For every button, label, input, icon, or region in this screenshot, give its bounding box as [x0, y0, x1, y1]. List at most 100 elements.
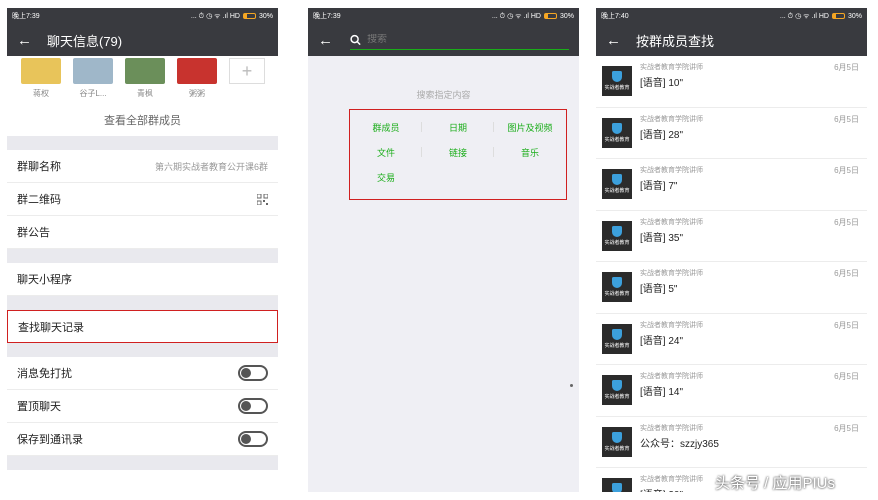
shield-logo-icon: [612, 328, 622, 340]
logo-text: 实战者教育: [604, 136, 630, 143]
group-qr-row[interactable]: 群二维码: [7, 183, 278, 216]
battery-level: 30%: [258, 12, 273, 20]
message-item[interactable]: 实战者教育 实战者教育学院讲师 [语音] 5" 6月5日: [596, 262, 867, 314]
message-content: [语音] 24": [640, 335, 684, 347]
section-divider: [7, 343, 278, 357]
sender-avatar: 实战者教育: [602, 375, 632, 405]
message-sender: 实战者教育学院讲师: [640, 373, 703, 380]
battery-icon: [543, 13, 557, 19]
message-content: [语音] 10": [640, 78, 684, 89]
shield-logo-icon: [612, 174, 622, 185]
sender-avatar: 实战者教育: [602, 220, 632, 251]
shield-logo-icon: [612, 71, 622, 82]
message-date: 6月5日: [834, 320, 859, 330]
shield-logo-icon: [612, 431, 622, 443]
find-chat-history-row[interactable]: 查找聊天记录: [7, 310, 278, 343]
status-indicator-icons: ... ⏱ ◷ ᯤ .ıl HD: [491, 12, 541, 20]
battery-level: 30%: [847, 12, 862, 20]
category-members[interactable]: 群成员: [350, 121, 422, 134]
message-item[interactable]: 实战者教育 实战者教育学院讲师 [语音] 24" 6月5日: [596, 314, 867, 365]
status-time: 晚上7:39: [313, 13, 341, 20]
category-box: 群成员 日期 图片及视频 文件 链接 音乐 交易: [349, 109, 567, 200]
message-body: 实战者教育学院讲师 [语音] 10": [640, 62, 859, 89]
group-name-label: 群聊名称: [17, 161, 61, 173]
pin-label: 置顶聊天: [17, 401, 61, 413]
message-body: 实战者教育学院讲师 [语音] 35": [640, 217, 859, 244]
message-sender: 实战者教育学院讲师: [640, 115, 703, 123]
title-bar: ← 按群成员查找: [596, 24, 867, 56]
search-input[interactable]: [367, 34, 569, 45]
message-item[interactable]: 实战者教育 实战者教育学院讲师 [语音] 35" 6月5日: [596, 211, 867, 262]
message-list: 实战者教育 实战者教育学院讲师 [语音] 10" 6月5日 实战者教育 实战者教育学院讲师…: [596, 56, 867, 492]
message-item[interactable]: 实战者教育 实战者教育学院讲师 [语音] 14" 6月5日: [596, 365, 867, 417]
message-body: 实战者教育学院讲师 [语音] 7": [640, 165, 859, 192]
save-contacts-toggle[interactable]: [238, 431, 268, 447]
category-media[interactable]: 图片及视频: [494, 121, 566, 134]
logo-text: 实战者教育: [604, 342, 630, 349]
member-avatars: 蒋权 谷子L... 青枫 粥粥 +: [7, 56, 278, 106]
category-links[interactable]: 链接: [422, 146, 494, 159]
shield-logo-icon: [612, 225, 622, 237]
category-grid: 群成员 日期 图片及视频 文件 链接 音乐 交易: [350, 110, 566, 184]
title-bar: ← 聊天信息(79): [7, 24, 278, 56]
message-body: 实战者教育学院讲师 [语音] 14": [640, 371, 859, 398]
back-arrow-icon[interactable]: ←: [17, 32, 39, 49]
logo-text: 实战者教育: [604, 85, 630, 91]
logo-text: 实战者教育: [604, 188, 630, 194]
category-music[interactable]: 音乐: [494, 146, 566, 159]
category-transactions[interactable]: 交易: [350, 171, 422, 184]
group-notice-row[interactable]: 群公告: [7, 216, 278, 249]
message-sender: 实战者教育学院讲师: [640, 218, 703, 226]
mute-toggle[interactable]: [238, 365, 268, 381]
battery-icon: [242, 13, 256, 19]
avatar[interactable]: [177, 58, 217, 84]
back-arrow-icon[interactable]: ←: [318, 32, 340, 49]
message-body: 实战者教育学院讲师 [语音] 5": [640, 268, 859, 295]
watermark: 头条号 / 应用PIUs: [715, 475, 836, 492]
sender-avatar: 实战者教育: [602, 66, 632, 96]
message-date: 6月5日: [834, 114, 859, 124]
member-item[interactable]: 谷子L...: [73, 58, 113, 106]
message-date: 6月5日: [834, 166, 859, 175]
member-name: 粥粥: [189, 89, 205, 98]
search-field: [350, 30, 569, 50]
avatar[interactable]: [125, 58, 165, 84]
sender-avatar: 实战者教育: [602, 169, 632, 199]
member-item[interactable]: 蒋权: [21, 58, 61, 106]
mute-row: 消息免打扰: [7, 357, 278, 390]
member-item[interactable]: 青枫: [125, 58, 165, 106]
shield-logo-icon: [612, 483, 622, 492]
mute-label: 消息免打扰: [17, 368, 72, 380]
pin-toggle[interactable]: [238, 398, 268, 414]
shield-logo-icon: [612, 277, 622, 288]
member-item[interactable]: 粥粥: [177, 58, 217, 106]
message-item[interactable]: 实战者教育 实战者教育学院讲师 [语音] 10" 6月5日: [596, 56, 867, 108]
mini-program-label: 聊天小程序: [17, 274, 72, 286]
avatar[interactable]: [73, 58, 113, 84]
page-title: 聊天信息(79): [47, 33, 123, 49]
avatar[interactable]: [21, 58, 61, 84]
add-member-icon[interactable]: +: [229, 58, 265, 84]
shield-logo-icon: [612, 380, 622, 391]
status-bar: 晚上7:39 ... ⏱ ◷ ᯤ .ıl HD 30%: [7, 8, 278, 24]
sender-avatar: 实战者教育: [602, 426, 632, 457]
message-item[interactable]: 实战者教育 实战者教育学院讲师 [语音] 7" 6月5日: [596, 159, 867, 211]
search-icon: [350, 34, 361, 45]
member-name: 青枫: [137, 89, 153, 98]
message-sender: 实战者教育学院讲师: [640, 270, 703, 277]
message-item[interactable]: 实战者教育 实战者教育学院讲师 公众号：szzjy365 6月5日: [596, 417, 867, 468]
mini-program-row[interactable]: 聊天小程序: [7, 263, 278, 296]
category-files[interactable]: 文件: [350, 146, 422, 159]
back-arrow-icon[interactable]: ←: [606, 32, 628, 49]
status-bar: 晚上7:40 ... ⏱ ◷ ᯤ .ıl HD 30%: [596, 8, 867, 24]
member-messages-screen: 晚上7:40 ... ⏱ ◷ ᯤ .ıl HD 30% ← 按群成员查找 实战者…: [596, 8, 867, 492]
status-time: 晚上7:39: [12, 13, 40, 20]
message-body: 实战者教育学院讲师 [语音] 28": [640, 114, 859, 141]
shield-logo-icon: [612, 122, 622, 134]
message-item[interactable]: 实战者教育 实战者教育学院讲师 [语音] 28" 6月5日: [596, 108, 867, 159]
message-sender: 实战者教育学院讲师: [640, 64, 703, 71]
category-date[interactable]: 日期: [422, 121, 494, 134]
group-name-row[interactable]: 群聊名称 第六期实战者教育公开课6群: [7, 150, 278, 183]
see-all-members-link[interactable]: 查看全部群成员: [7, 106, 278, 136]
add-member-item[interactable]: +: [229, 58, 265, 106]
